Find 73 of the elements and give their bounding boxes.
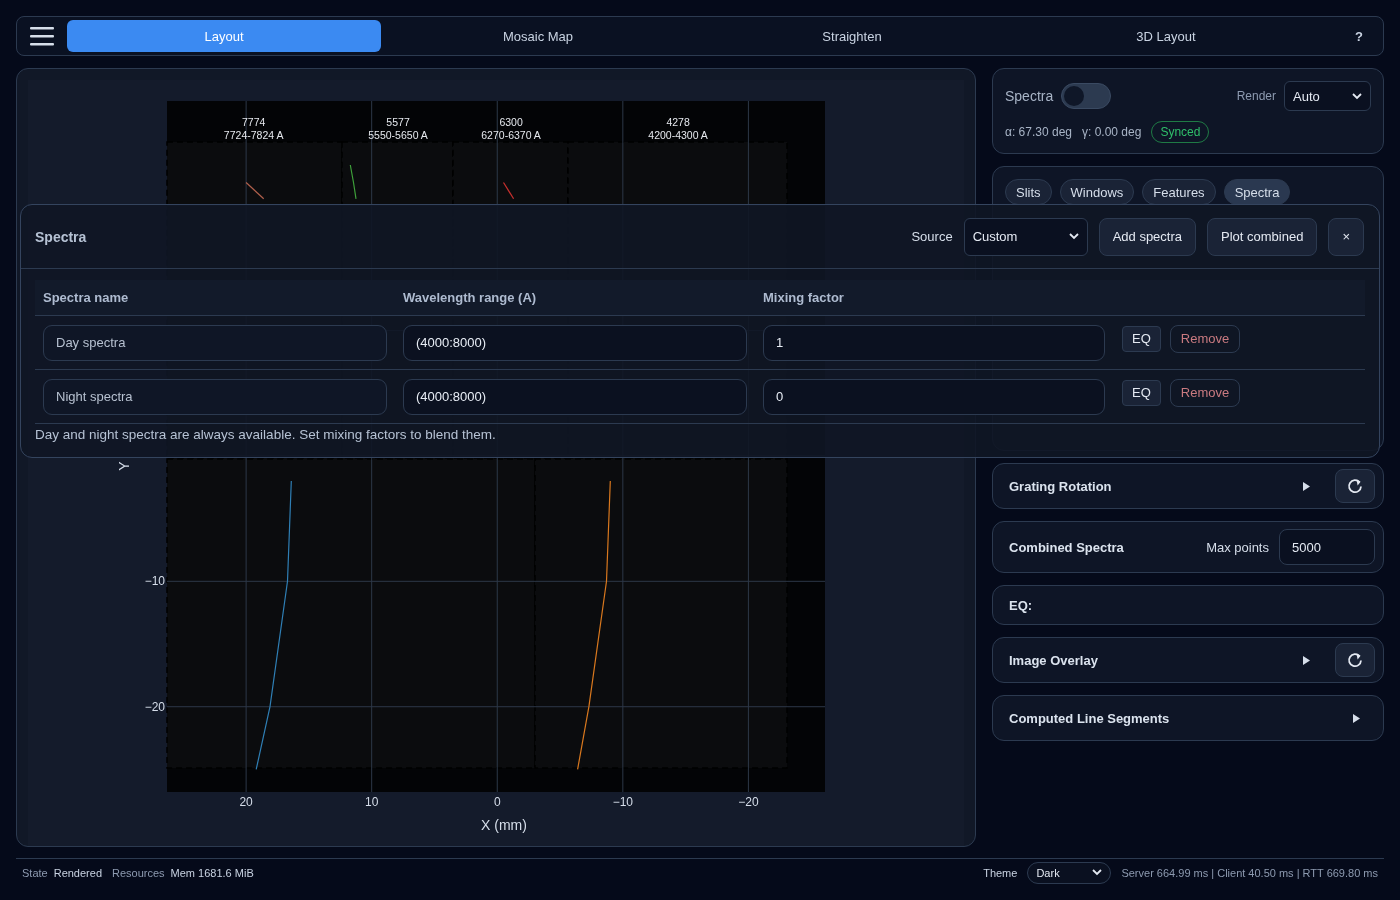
line-label: 5577 — [386, 116, 410, 129]
line-label: 6300 — [499, 116, 523, 129]
axis-tick-label: 10 — [365, 795, 379, 809]
angle-text: γ: 0.00 deg — [1082, 125, 1142, 139]
theme-select[interactable]: Dark — [1027, 861, 1112, 884]
remove-button[interactable]: Remove — [1169, 378, 1241, 407]
chip[interactable]: Slits — [1005, 179, 1052, 205]
eq-button[interactable]: EQ — [1122, 379, 1161, 406]
theme-label: Theme — [983, 866, 1018, 879]
section-title: Image Overlay — [1009, 652, 1098, 668]
input-field[interactable]: Night spectra — [43, 378, 387, 415]
axis-tick-label: −20 — [144, 699, 165, 714]
section-title: EQ: — [1009, 597, 1033, 613]
axis-tick-label: −20 — [738, 795, 759, 809]
render-label: Render — [1236, 89, 1276, 103]
wavelength-range-label: 5550-5650 A — [368, 129, 428, 142]
hint-text: Day and night spectra are always available. Set mixing factors to blend them. — [35, 427, 497, 442]
caret-icon — [1352, 92, 1362, 100]
column-header: Mixing factor — [762, 290, 845, 305]
axis-tick-label: −10 — [144, 574, 165, 589]
column-header: Spectra name — [42, 290, 130, 305]
chip[interactable]: Windows — [1059, 179, 1135, 205]
axis-tick-label: −10 — [612, 795, 633, 809]
input-field[interactable]: (4000:8000) — [403, 324, 747, 361]
reset-icon — [1347, 478, 1363, 494]
status-label: Resources — [112, 866, 165, 879]
input-field[interactable]: 1 — [763, 324, 1105, 361]
eq-button[interactable]: EQ — [1122, 325, 1161, 352]
tab[interactable]: Mosaic Map — [381, 20, 695, 52]
input-field[interactable]: 0 — [763, 378, 1105, 415]
action-button[interactable]: Add spectra — [1098, 217, 1196, 256]
action-button[interactable]: Plot combined — [1207, 217, 1318, 256]
input-field[interactable]: Day spectra — [43, 324, 387, 361]
timing-text: Server 664.99 ms | Client 40.50 ms | RTT 669.80 ms — [1121, 866, 1378, 879]
remove-button[interactable]: Remove — [1169, 324, 1241, 353]
close-button[interactable]: × — [1328, 217, 1364, 256]
axis-title: Y — [116, 461, 132, 471]
input-field[interactable]: 5000 — [1279, 529, 1375, 565]
reset-button[interactable] — [1335, 469, 1375, 503]
tab[interactable]: Straighten — [695, 20, 1009, 52]
status-label: State — [22, 866, 48, 879]
reset-icon — [1347, 652, 1363, 668]
status-value: Mem 1681.6 MiB — [170, 866, 254, 879]
wavelength-range-label: 7724-7824 A — [223, 129, 284, 142]
render-select[interactable]: Auto — [1284, 81, 1371, 111]
menu-icon — [29, 26, 55, 46]
field-label: Max points — [1206, 539, 1269, 555]
wavelength-range-label: 6270-6370 A — [481, 129, 541, 142]
dialog-title: Spectra — [35, 228, 88, 245]
axis-tick-label: 0 — [493, 795, 501, 809]
chip[interactable]: Features — [1142, 179, 1216, 205]
caret-icon — [1068, 233, 1079, 240]
section-title: Computed Line Segments — [1009, 710, 1170, 726]
column-header: Wavelength range (A) — [402, 290, 538, 305]
toggle-switch[interactable] — [1061, 83, 1112, 109]
section-title: Combined Spectra — [1009, 539, 1124, 555]
tab[interactable]: 3D Layout — [1009, 20, 1323, 52]
toggle-label: Spectra — [1005, 88, 1054, 104]
source-select[interactable]: Custom — [963, 217, 1088, 256]
section-title: Grating Rotation — [1009, 478, 1112, 494]
input-field[interactable]: (4000:8000) — [403, 378, 747, 415]
wavelength-range-label: 4200-4300 A — [648, 129, 708, 142]
chip[interactable]: Spectra — [1223, 179, 1291, 205]
help-button[interactable]: ? — [1339, 20, 1379, 52]
caret-icon — [1092, 869, 1103, 876]
axis-tick-label: 20 — [239, 795, 253, 809]
status-value: Rendered — [53, 866, 102, 879]
line-label: 7774 — [241, 116, 266, 129]
axis-title: X (mm) — [481, 817, 527, 833]
angle-text: α: 67.30 deg — [1005, 125, 1072, 139]
line-label: 4278 — [666, 116, 690, 129]
source-label: Source — [911, 229, 953, 244]
reset-button[interactable] — [1335, 643, 1375, 677]
